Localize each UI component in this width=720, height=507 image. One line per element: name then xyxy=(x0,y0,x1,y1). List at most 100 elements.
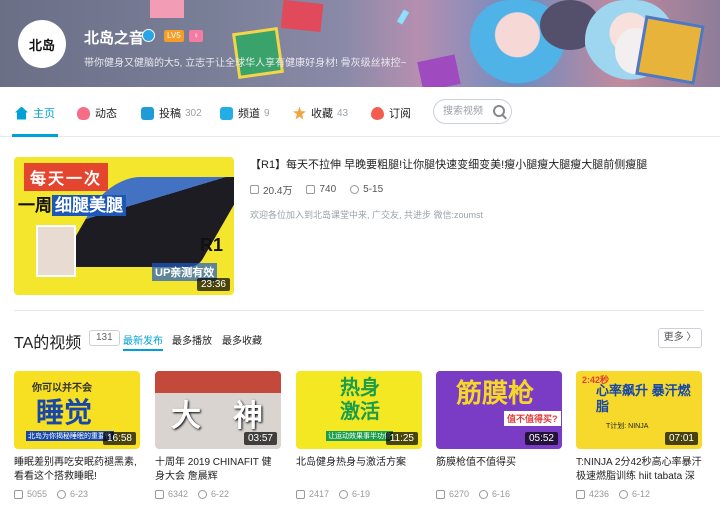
play-count-value: 5055 xyxy=(27,489,48,499)
thumbnail-caption: 让运动效果事半功倍 xyxy=(326,431,393,441)
upload-date: 6-19 xyxy=(339,489,370,499)
search-input[interactable]: 搜索视频 xyxy=(433,99,512,124)
tab-count: 9 xyxy=(264,107,270,119)
tab-home[interactable]: 主页 xyxy=(15,103,55,123)
thumbnail-caption: 睡觉 xyxy=(36,397,93,428)
gender-badge: ♀ xyxy=(189,30,203,42)
banner-gift-decoration xyxy=(417,54,461,87)
play-count: 6270 xyxy=(436,489,469,499)
search-placeholder: 搜索视频 xyxy=(443,106,483,117)
play-count-value: 6342 xyxy=(168,489,189,499)
featured-video-description: 欢迎各位加入到北岛课堂中来, 广交友, 共进步 微信:zoumst xyxy=(250,210,484,220)
video-thumbnail[interactable]: 你可以并不会 睡觉 北岛为你揭秘睡眠的重要性 16:58 xyxy=(14,371,140,449)
video-thumbnail[interactable]: 2:42秒 心率飙升 暴汗燃脂 T计划: NINJA 07:01 xyxy=(576,371,702,449)
tab-uploads[interactable]: 投稿 302 xyxy=(141,103,202,123)
thumbnail-caption: 热身激活 xyxy=(340,377,380,423)
thumbnail-caption: 每天一次 xyxy=(24,163,109,191)
video-card[interactable]: 大 神 03:57 十周年 2019 CHINAFIT 健身大会 詹晨辉 634… xyxy=(155,371,281,499)
videos-section-title: TA的视频 xyxy=(14,335,82,352)
active-sort-indicator xyxy=(123,349,163,351)
clock-icon xyxy=(57,489,67,499)
clock-icon xyxy=(479,489,489,499)
tab-label: 收藏 xyxy=(311,108,333,120)
search-icon[interactable] xyxy=(493,105,505,117)
tab-dynamics[interactable]: 动态 xyxy=(77,103,117,123)
comment-count: 740 xyxy=(306,182,336,197)
play-icon xyxy=(155,489,164,499)
video-card[interactable]: 你可以并不会 睡觉 北岛为你揭秘睡眠的重要性 16:58 睡眠差别再吃安眠药褪黑… xyxy=(14,371,140,499)
clock-icon xyxy=(619,489,629,499)
video-thumbnail[interactable]: 筋膜枪 值不值得买? 05:52 xyxy=(436,371,562,449)
featured-video-title[interactable]: 【R1】每天不拉伸 早晚要粗腿!让你腿快速变细变美!瘦小腿瘦大腿瘦大腿前侧瘦腿 xyxy=(250,156,710,172)
banner-sparkle-decoration xyxy=(396,9,410,25)
clock-icon xyxy=(339,489,349,499)
profile-signature: 带你健身又健脑的大5, 立志于让全球华人享有健康好身材! 骨灰级丝袜控~ xyxy=(84,58,407,69)
video-meta: 5055 6-23 xyxy=(14,489,140,499)
tab-subscriptions[interactable]: 订阅 xyxy=(371,103,411,123)
more-videos-button[interactable]: 更多 〉 xyxy=(658,328,702,348)
video-duration: 11:25 xyxy=(385,432,418,445)
tab-channels[interactable]: 频道 9 xyxy=(220,103,270,123)
upload-date: 5-15 xyxy=(350,182,383,197)
banner-gift-decoration xyxy=(635,15,705,85)
thumbnail-caption: 值不值得买? xyxy=(504,411,561,426)
thumbnail-caption-highlight: 细腿美腿 xyxy=(52,195,126,216)
play-count-value: 20.4万 xyxy=(263,186,293,197)
thumbnail-caption: 神 xyxy=(233,400,263,433)
tab-count: 43 xyxy=(337,107,349,119)
clock-icon xyxy=(350,185,360,194)
tab-label: 频道 xyxy=(238,108,260,120)
play-icon xyxy=(436,489,445,499)
active-tab-indicator xyxy=(12,134,58,137)
videos-count-badge: 131 xyxy=(89,330,120,346)
video-title[interactable]: 十周年 2019 CHINAFIT 健身大会 詹晨辉 xyxy=(155,456,281,484)
sort-tab-latest[interactable]: 最新发布 xyxy=(123,332,163,347)
upload-date-value: 6-12 xyxy=(632,489,651,499)
featured-video-stats: 20.4万 740 5-15 xyxy=(250,182,383,197)
play-icon xyxy=(576,489,585,499)
video-meta: 2417 6-19 xyxy=(296,489,422,499)
video-thumbnail[interactable]: 大 神 03:57 xyxy=(155,371,281,449)
profile-nav: 主页 动态 投稿 302 频道 9 收藏 43 订阅 搜索视频 xyxy=(0,87,720,137)
sort-tab-most-favorited[interactable]: 最多收藏 xyxy=(222,332,262,347)
avatar[interactable]: 北岛 xyxy=(18,20,66,68)
upload-date-value: 5-15 xyxy=(363,184,384,195)
tab-label: 订阅 xyxy=(389,108,411,120)
star-icon xyxy=(293,106,306,120)
thumbnail-caption: 心率飙升 暴汗燃脂 xyxy=(596,383,691,414)
play-icon xyxy=(14,489,23,499)
upload-date: 6-23 xyxy=(57,489,88,499)
play-icon xyxy=(296,489,305,499)
video-card[interactable]: 筋膜枪 值不值得买? 05:52 筋膜枪值不值得买 6270 6-16 xyxy=(436,371,562,499)
banner-gift-decoration xyxy=(150,0,184,18)
video-card[interactable]: 2:42秒 心率飙升 暴汗燃脂 T计划: NINJA 07:01 T:NINJA… xyxy=(576,371,702,499)
video-title[interactable]: 筋膜枪值不值得买 xyxy=(436,456,562,484)
home-icon xyxy=(15,106,28,120)
play-count: 4236 xyxy=(576,489,609,499)
section-divider xyxy=(14,310,704,311)
play-count: 5055 xyxy=(14,489,47,499)
video-card[interactable]: 热身激活 让运动效果事半功倍 11:25 北岛健身热身与激活方案 2417 6-… xyxy=(296,371,422,499)
clock-icon xyxy=(198,489,208,499)
video-title[interactable]: T:NINJA 2分42秒高心率暴汗极速燃脂训练 hiit tabata 深 xyxy=(576,456,702,484)
tab-favorites[interactable]: 收藏 43 xyxy=(293,103,348,123)
comment-count-value: 740 xyxy=(319,184,337,195)
video-meta: 6342 6-22 xyxy=(155,489,281,499)
thumbnail-caption: 筋膜枪 xyxy=(456,378,535,408)
video-title[interactable]: 睡眠差别再吃安眠药褪黑素, 看看这个搭救睡眠! xyxy=(14,456,140,484)
video-title[interactable]: 北岛健身热身与激活方案 xyxy=(296,456,422,484)
featured-video-thumbnail[interactable]: 每天一次 一周 细腿美腿 R1 UP亲测有效 23:36 xyxy=(14,157,234,295)
play-count-value: 2417 xyxy=(309,489,330,499)
level-badge: LV5 xyxy=(164,30,184,42)
thumbnail-caption-part: 一周 xyxy=(18,196,52,215)
thumbnail-caption: 一周 细腿美腿 xyxy=(18,191,126,216)
video-duration: 07:01 xyxy=(664,432,698,445)
play-count: 6342 xyxy=(155,489,188,499)
upload-date-value: 6-16 xyxy=(492,489,511,499)
video-meta: 4236 6-12 xyxy=(576,489,702,499)
video-thumbnail[interactable]: 热身激活 让运动效果事半功倍 11:25 xyxy=(296,371,422,449)
sort-tab-most-played[interactable]: 最多播放 xyxy=(172,332,212,347)
upload-date: 6-22 xyxy=(198,489,229,499)
video-duration: 16:58 xyxy=(102,432,136,445)
channel-icon xyxy=(220,106,233,120)
